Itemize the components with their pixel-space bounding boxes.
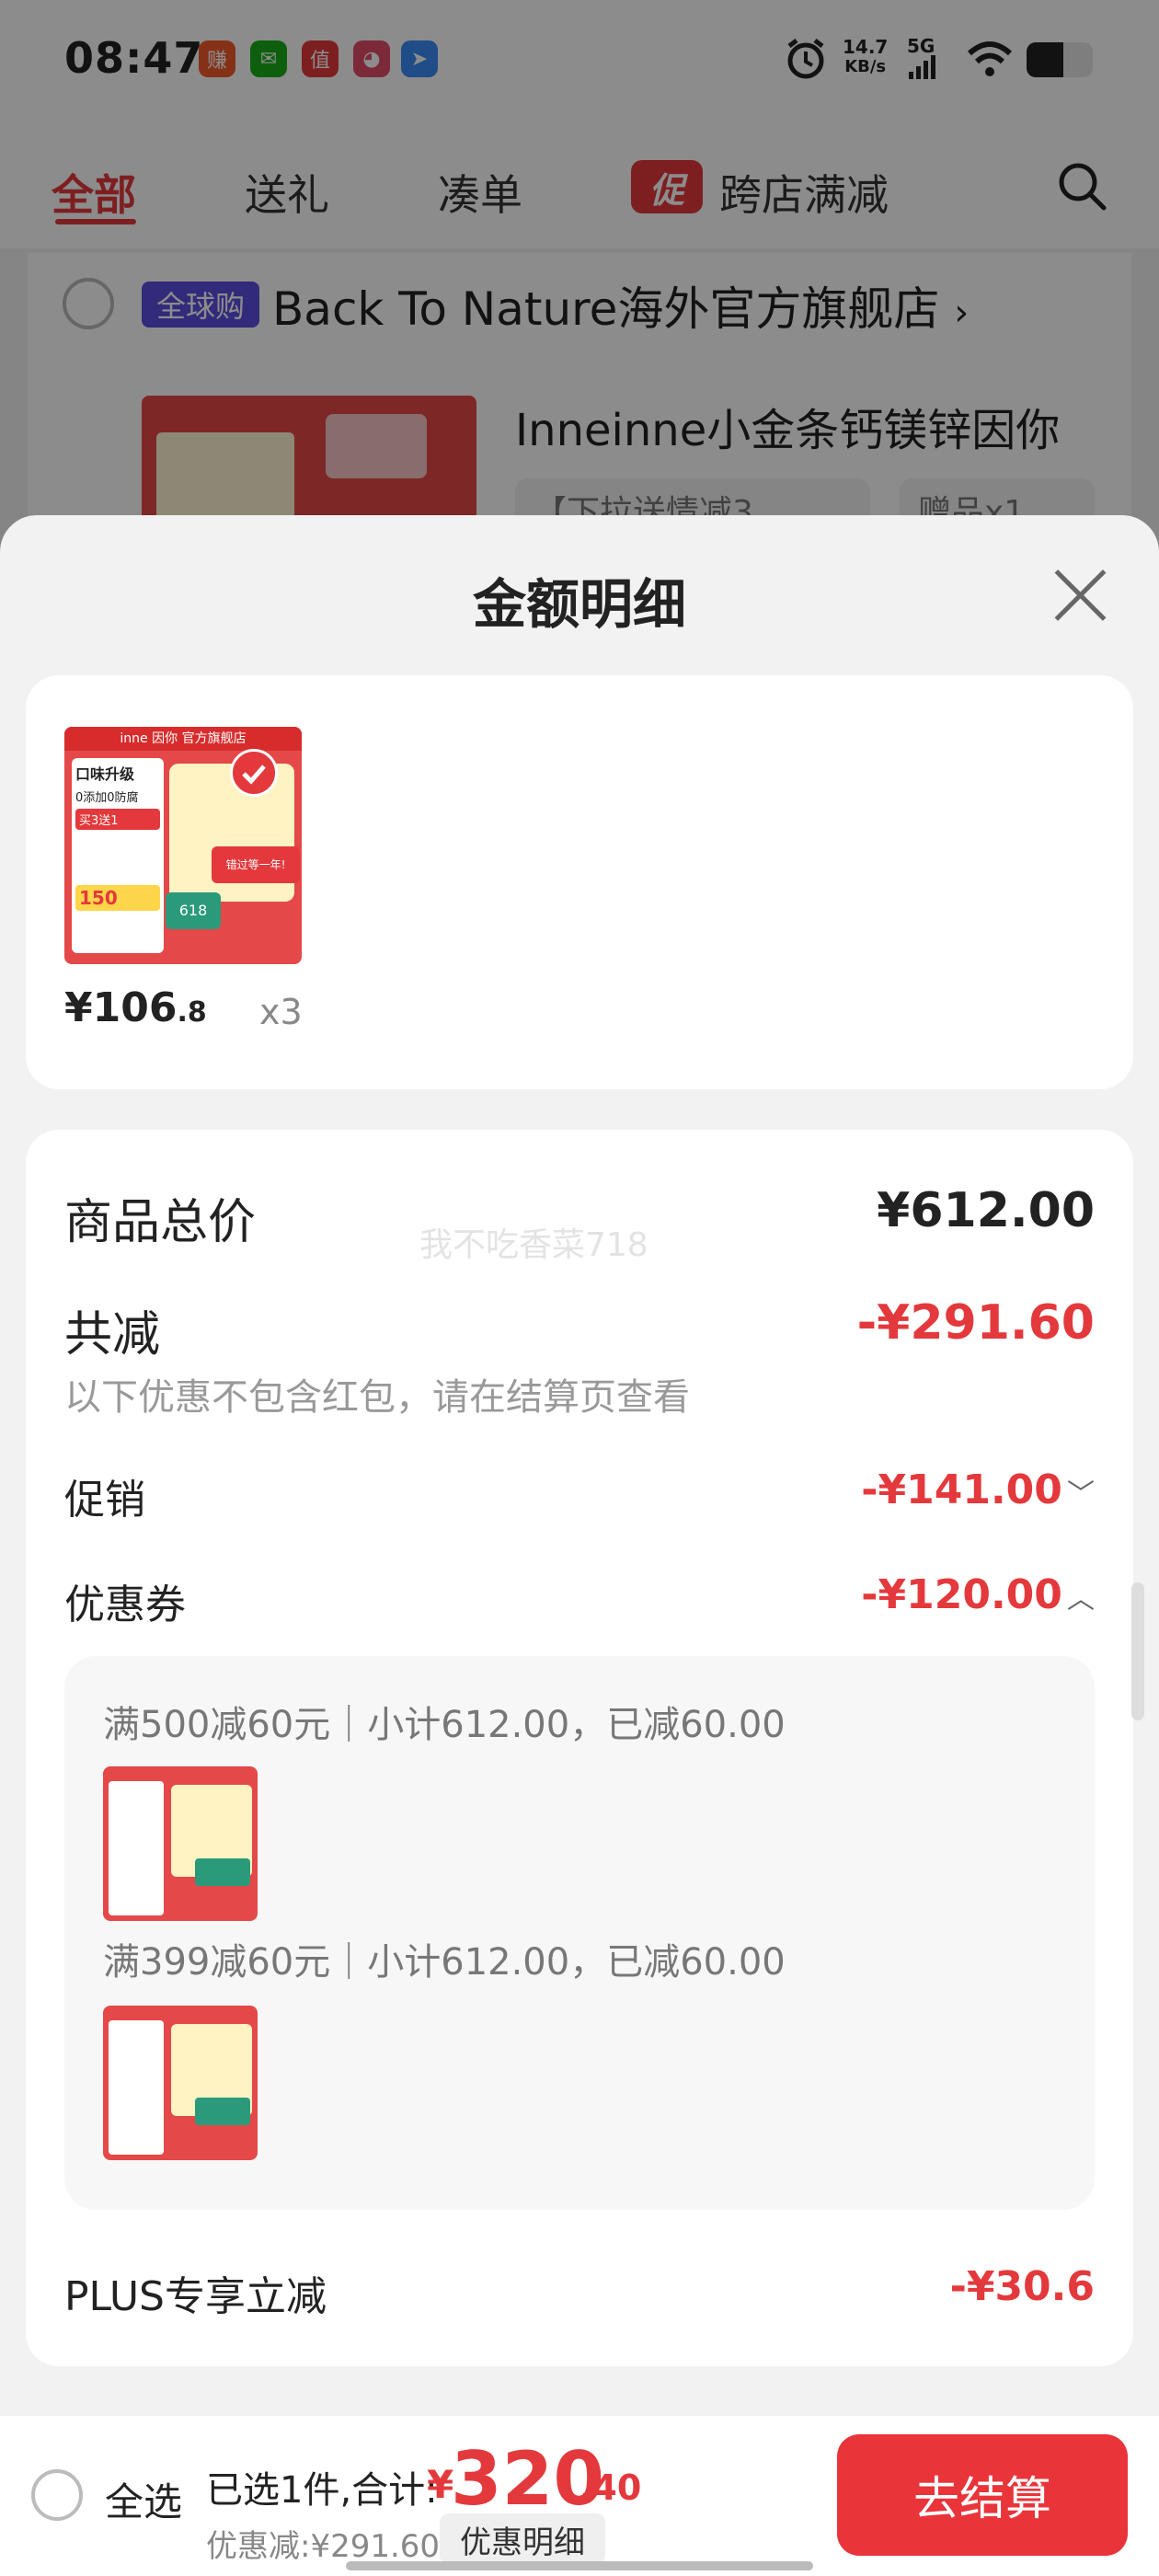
product-unit-price: ¥106.8 [64, 984, 207, 1031]
promotion-value: -¥141.00 [861, 1466, 1062, 1513]
coupon-value: -¥120.00 [861, 1571, 1062, 1618]
product-headline: 口味升级 [75, 765, 135, 783]
product-thumbnail[interactable]: inne 因你 官方旗舰店 口味升级 0添加0防腐 买3送1 150 618 错… [64, 727, 302, 964]
select-all-radio[interactable] [31, 2469, 83, 2521]
product-sub: 0添加0防腐 [75, 791, 139, 805]
promotion-row-toggle[interactable]: -¥141.00 ﹀ [699, 1466, 1095, 1513]
total-reduce-label: 共减 [64, 1307, 161, 1363]
discount-detail-button[interactable]: 优惠明细 [440, 2513, 605, 2565]
total-price-value: ¥612.00 [877, 1183, 1095, 1238]
coupon-line-1: 满500减60元｜小计612.00，已减60.00 [103, 1704, 786, 1746]
chevron-up-icon: ︿ [1067, 1583, 1095, 1616]
close-icon[interactable] [1049, 563, 1113, 627]
chevron-down-icon: ﹀ [1067, 1478, 1095, 1511]
coupon-product-thumbnail [103, 1766, 258, 1921]
product-brand-strip: inne 因你 官方旗舰店 [64, 727, 302, 751]
unit-price-dec: .8 [177, 996, 207, 1029]
plus-discount-value: -¥30.6 [949, 2263, 1095, 2310]
product-promo-label: 错过等一年! [212, 846, 300, 883]
product-badge: 买3送1 [75, 809, 160, 830]
checkout-button[interactable]: 去结算 [837, 2434, 1128, 2556]
home-indicator[interactable] [346, 2561, 813, 2570]
coupon-product-thumbnail [103, 2006, 258, 2160]
total-price-label: 商品总价 [64, 1195, 257, 1250]
unit-price-int: ¥106 [64, 984, 178, 1031]
discount-summary: 优惠减:¥291.60 [206, 2528, 441, 2565]
grand-total-dec: .40 [580, 2467, 642, 2508]
coupon-row-toggle[interactable]: -¥120.00 ︿ [699, 1571, 1095, 1618]
coupon-line-2: 满399减60元｜小计612.00，已减60.00 [103, 1941, 786, 1984]
product-price-tag: 150 [75, 885, 160, 911]
reduce-note: 以下优惠不包含红包，请在结算页查看 [64, 1376, 690, 1419]
user-watermark: 我不吃香菜718 [419, 1226, 648, 1264]
total-reduce-value: -¥291.60 [856, 1295, 1095, 1351]
product-quantity: x3 [259, 992, 303, 1032]
scrollbar[interactable] [1131, 1582, 1144, 1720]
product-618-label: 618 [166, 892, 221, 929]
selected-summary: 已选1件,合计: [206, 2469, 438, 2512]
plus-discount-label: PLUS专享立减 [64, 2273, 327, 2320]
coupon-label: 优惠券 [64, 1581, 186, 1628]
select-all-label[interactable]: 全选 [105, 2471, 182, 2527]
product-info-panel: 口味升级 0添加0防腐 买3送1 150 [72, 758, 164, 953]
total-currency: ¥ [427, 2462, 454, 2507]
selected-check-icon [230, 749, 278, 797]
sheet-title: 金额明细 [472, 573, 686, 636]
promotion-label: 促销 [64, 1477, 145, 1524]
